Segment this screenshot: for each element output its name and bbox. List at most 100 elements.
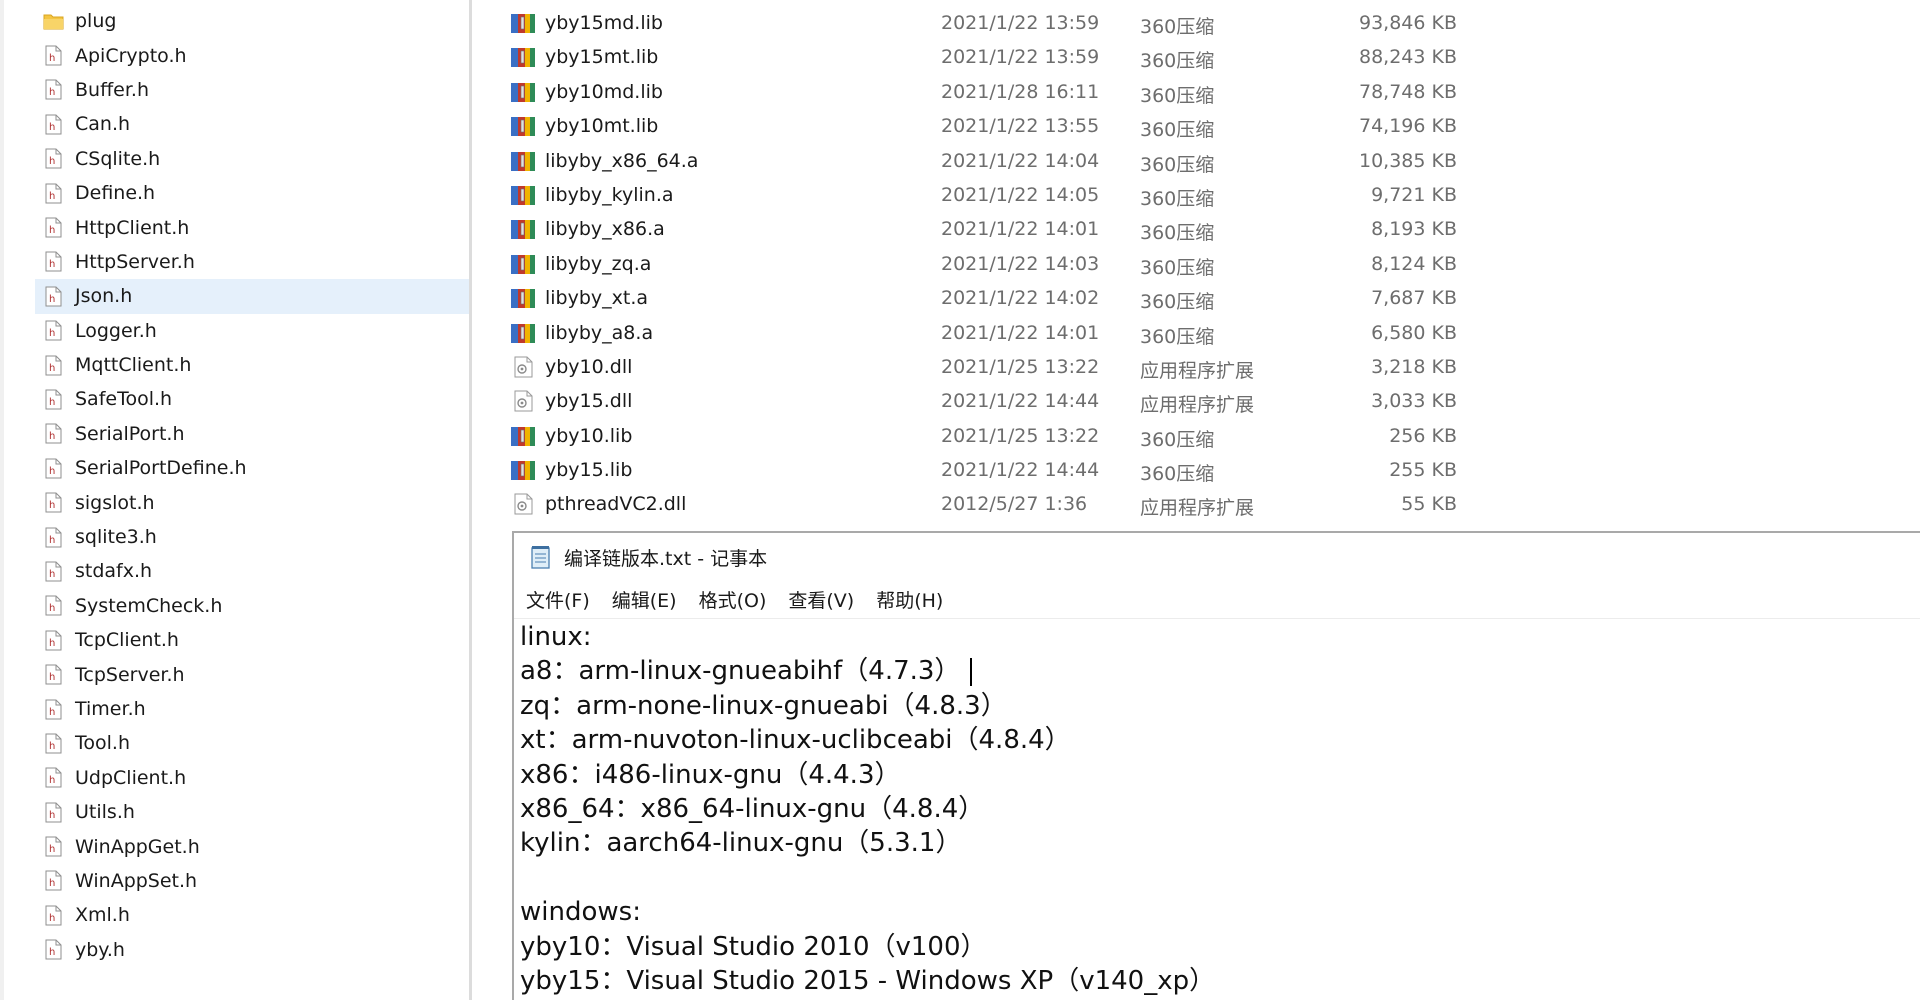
header-file-item[interactable]: h SystemCheck.h [35,589,469,623]
text-line-content: windows: [520,897,641,928]
header-file-item[interactable]: h stdafx.h [35,554,469,588]
header-file-item[interactable]: h Logger.h [35,314,469,348]
file-row[interactable]: yby15md.lib 2021/1/22 13:59 360压缩 93,846 KB [510,6,1510,40]
header-file-icon: h [45,148,62,169]
header-file-item[interactable]: h Timer.h [35,692,469,726]
file-row[interactable]: yby10.dll 2021/1/25 13:22 应用程序扩展 3,218 KB [510,350,1510,384]
pane-divider[interactable] [469,0,472,1000]
header-file-item[interactable]: h SafeTool.h [35,382,469,416]
archive-icon [510,46,536,68]
folder-icon [43,13,64,30]
file-row[interactable]: yby10md.lib 2021/1/28 16:11 360压缩 78,748 KB [510,75,1510,109]
file-name: yby10.dll [545,355,633,378]
file-row[interactable]: yby15.dll 2021/1/22 14:44 应用程序扩展 3,033 KB [510,384,1510,418]
svg-text:h: h [49,122,55,133]
notepad-titlebar[interactable]: 编译链版本.txt - 记事本 [514,533,1920,581]
file-size: 7,687 KB [1371,287,1457,310]
file-size: 74,196 KB [1358,115,1457,138]
file-row[interactable]: yby15.lib 2021/1/22 14:44 360压缩 255 KB [510,453,1510,487]
header-file-item[interactable]: h Buffer.h [35,73,469,107]
file-type: 360压缩 [1140,463,1215,486]
folder-item[interactable]: plug [35,4,469,38]
header-file-icon: h [45,286,62,307]
file-name: libyby_x86_64.a [545,149,699,172]
file-row[interactable]: libyby_zq.a 2021/1/22 14:03 360压缩 8,124 KB [510,247,1510,281]
header-file-icon: h [45,870,62,891]
file-size: 8,124 KB [1371,252,1457,275]
svg-text:h: h [49,947,55,958]
header-file-item[interactable]: h SerialPortDefine.h [35,451,469,485]
header-file-icon: h [45,320,62,341]
svg-text:h: h [49,87,55,98]
header-file-item[interactable]: h Xml.h [35,898,469,932]
svg-text:h: h [49,500,55,511]
file-row[interactable]: yby15mt.lib 2021/1/22 13:59 360压缩 88,243 KB [510,40,1510,74]
header-file-list: plug h ApiCrypto.h h Buffer.h h Can.h h CSqlite.… [35,4,469,967]
file-name: SerialPort.h [75,422,185,445]
header-file-icon: h [45,905,62,926]
file-name: yby15.dll [545,390,633,413]
file-row[interactable]: libyby_a8.a 2021/1/22 14:01 360压缩 6,580 KB [510,316,1510,350]
file-type: 360压缩 [1140,119,1215,142]
header-file-item[interactable]: h SerialPort.h [35,417,469,451]
menu-item[interactable]: 查看(V) [788,586,854,613]
header-file-item[interactable]: h yby.h [35,933,469,967]
file-row[interactable]: yby10.lib 2021/1/25 13:22 360压缩 256 KB [510,419,1510,453]
header-file-item[interactable]: h sqlite3.h [35,520,469,554]
header-file-icon: h [45,664,62,685]
header-file-item[interactable]: h CSqlite.h [35,142,469,176]
svg-text:h: h [49,328,55,339]
header-file-item[interactable]: h WinAppGet.h [35,829,469,863]
file-modified-date: 2021/1/25 13:22 [941,355,1100,378]
header-file-item[interactable]: h TcpClient.h [35,623,469,657]
file-modified-date: 2021/1/22 13:55 [941,115,1100,138]
file-type: 360压缩 [1140,325,1215,348]
file-type: 360压缩 [1140,222,1215,245]
notepad-window[interactable]: 编译链版本.txt - 记事本 文件(F) 编辑(E) 格式(O) 查看(V) 帮助(H… [512,531,1920,1000]
header-file-item[interactable]: h Can.h [35,107,469,141]
text-line-content: yby15：Visual Studio 2015 - Windows XP（v1… [520,965,1216,996]
file-name: HttpClient.h [75,216,190,239]
header-file-item[interactable]: h sigslot.h [35,485,469,519]
archive-icon [510,12,536,34]
text-line-content: xt：arm-nuvoton-linux-uclibceabi（4.8.4） [520,725,1071,756]
file-type: 应用程序扩展 [1140,497,1255,520]
header-file-item[interactable]: h HttpClient.h [35,210,469,244]
svg-text:h: h [49,535,55,546]
navigation-strip [0,0,4,1000]
dll-icon [510,390,536,412]
menu-item[interactable]: 格式(O) [699,586,767,613]
header-file-item[interactable]: h UdpClient.h [35,761,469,795]
header-file-item[interactable]: h MqttClient.h [35,348,469,382]
file-row[interactable]: pthreadVC2.dll 2012/5/27 1:36 应用程序扩展 55 KB [510,487,1510,521]
file-row[interactable]: yby10mt.lib 2021/1/22 13:55 360压缩 74,196 KB [510,109,1510,143]
file-modified-date: 2021/1/22 14:04 [941,149,1100,172]
file-name: UdpClient.h [75,766,187,789]
header-file-icon: h [45,802,62,823]
svg-text:h: h [49,431,55,442]
file-name: libyby_x86.a [545,218,665,241]
header-file-item[interactable]: h ApiCrypto.h [35,38,469,72]
file-name: Xml.h [75,904,130,927]
screen: plug h ApiCrypto.h h Buffer.h h Can.h h CSqlite.… [0,0,1920,1000]
file-row[interactable]: libyby_xt.a 2021/1/22 14:02 360压缩 7,687 KB [510,281,1510,315]
text-editor[interactable]: linux: a8：arm-linux-gnueabihf（4.7.3） zq：ar… [520,620,1920,1000]
file-row[interactable]: libyby_x86.a 2021/1/22 14:01 360压缩 8,193 KB [510,212,1510,246]
header-file-item[interactable]: h Define.h [35,176,469,210]
header-file-item[interactable]: h Utils.h [35,795,469,829]
menu-item[interactable]: 帮助(H) [876,586,943,613]
file-name: SafeTool.h [75,388,173,411]
header-file-item[interactable]: h Tool.h [35,726,469,760]
header-file-item[interactable]: h TcpServer.h [35,657,469,691]
menu-item[interactable]: 文件(F) [526,586,590,613]
file-size: 9,721 KB [1371,183,1457,206]
menu-item[interactable]: 编辑(E) [612,586,677,613]
file-modified-date: 2021/1/22 13:59 [941,12,1100,34]
file-size: 3,033 KB [1371,390,1457,413]
file-name: libyby_kylin.a [545,183,674,206]
header-file-item[interactable]: h WinAppSet.h [35,864,469,898]
header-file-item[interactable]: h HttpServer.h [35,245,469,279]
header-file-item[interactable]: h Json.h [35,279,469,314]
file-row[interactable]: libyby_x86_64.a 2021/1/22 14:04 360压缩 10,38… [510,144,1510,178]
file-row[interactable]: libyby_kylin.a 2021/1/22 14:05 360压缩 9,721 … [510,178,1510,212]
